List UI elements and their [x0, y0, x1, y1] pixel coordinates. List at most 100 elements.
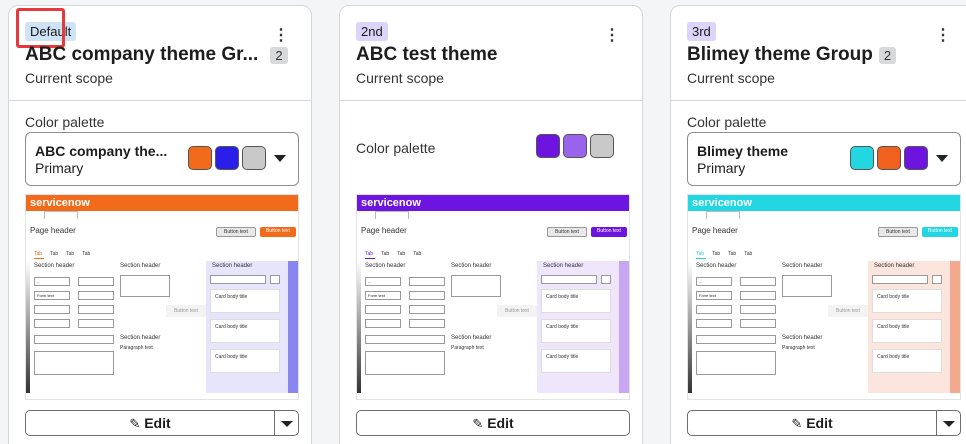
preview-brand-bar: servicenow: [357, 195, 629, 211]
edit-button-group[interactable]: ✎ Edit: [25, 410, 299, 436]
edit-button-group[interactable]: ✎ Edit: [687, 410, 961, 436]
color-swatch: [215, 146, 239, 170]
scope-text: Current scope: [25, 70, 113, 86]
edit-button[interactable]: ✎ Edit: [26, 411, 274, 435]
preview-tab: Tab: [696, 251, 705, 257]
preview-tab-outline: [706, 211, 740, 219]
preview-field: Form text: [34, 291, 70, 300]
preview-card-body: Card body title: [541, 319, 611, 343]
edit-button-group[interactable]: ✎ Edit: [356, 410, 630, 436]
preview-section-header: Section header: [365, 263, 406, 269]
preview-field: [34, 335, 114, 344]
theme-cards-row: Default ⋮ ABC company theme Gr... 2 Curr…: [0, 0, 966, 444]
preview-textarea: [365, 351, 445, 375]
preview-field: [740, 319, 776, 328]
scope-text: Current scope: [687, 70, 775, 86]
theme-card-blimey[interactable]: 3rd ⋮ Blimey theme Group 2 Current scope…: [670, 5, 966, 444]
preview-card-body: Card body title: [210, 289, 280, 313]
scope-text: Current scope: [356, 70, 444, 86]
preview-tab: Tab: [728, 251, 737, 257]
pencil-icon: ✎: [472, 416, 484, 431]
preview-section-header: Section header: [120, 335, 161, 341]
preview-paragraph: Paragraph text: [451, 345, 484, 351]
preview-section-header: Section header: [782, 335, 823, 341]
preview-field: ...: [34, 277, 70, 286]
color-palette-select[interactable]: ABC company the... Primary: [25, 132, 299, 186]
edit-dropdown-button[interactable]: [936, 411, 960, 435]
preview-field: [696, 319, 732, 328]
edit-label: Edit: [144, 415, 171, 431]
select-sub: Primary: [697, 160, 746, 176]
preview-card-body: Card body title: [872, 319, 942, 343]
preview-section-header: Section header: [451, 335, 492, 341]
edit-button[interactable]: ✎ Edit: [688, 411, 936, 435]
divider: [9, 100, 311, 101]
preview-field: [696, 305, 732, 314]
preview-tab: Tab: [50, 251, 59, 257]
preview-section-header: Section header: [543, 263, 584, 269]
theme-title-text: Blimey theme Group: [687, 44, 873, 65]
preview-paragraph: Paragraph text: [120, 345, 153, 351]
chevron-down-icon[interactable]: [936, 155, 948, 162]
chevron-down-icon[interactable]: [274, 155, 286, 162]
preview-field: [740, 291, 776, 300]
theme-preview: servicenow Page header Button text Button t…: [25, 194, 299, 400]
rank-badge: 2nd: [356, 22, 388, 41]
more-options-icon[interactable]: ⋮: [273, 28, 289, 44]
theme-title-text: ABC test theme: [356, 44, 498, 65]
more-options-icon[interactable]: ⋮: [935, 28, 951, 44]
preview-field: [409, 277, 445, 286]
theme-card-abc-company[interactable]: Default ⋮ ABC company theme Gr... 2 Curr…: [8, 5, 312, 444]
theme-card-abc-test[interactable]: 2nd ⋮ ABC test theme Current scope Color…: [339, 5, 643, 444]
preview-tab-outline: [44, 211, 78, 219]
edit-label: Edit: [806, 415, 833, 431]
preview-field: [872, 275, 928, 284]
preview-field: ...: [365, 277, 401, 286]
preview-section-header: Section header: [782, 263, 823, 269]
preview-textarea: [696, 351, 776, 375]
preview-left-gradient: [26, 261, 30, 393]
theme-title: ABC test theme: [356, 44, 497, 66]
color-swatch: [242, 146, 266, 170]
preview-field: [601, 275, 611, 284]
preview-card-body: Card body title: [541, 289, 611, 313]
count-badge: 2: [270, 46, 288, 64]
color-swatch: [536, 134, 560, 158]
swatches: [536, 134, 614, 158]
edit-button[interactable]: ✎ Edit: [357, 411, 629, 435]
preview-accent-button: Button text: [591, 227, 627, 237]
pencil-icon: ✎: [791, 416, 803, 431]
theme-preview: servicenow Page header Button text Button t…: [687, 194, 961, 400]
preview-field: [34, 319, 70, 328]
preview-field: [932, 275, 942, 284]
preview-accent-strip: [288, 261, 298, 393]
color-palette-select[interactable]: Blimey theme Primary: [687, 132, 961, 186]
preview-tab-underline: [365, 258, 375, 259]
preview-ghost-button: Button text: [166, 305, 206, 317]
preview-ghost-button: Button text: [497, 305, 537, 317]
preview-textarea: [120, 275, 170, 297]
rank-badge: 3rd: [687, 22, 716, 41]
pencil-icon: ✎: [129, 416, 141, 431]
edit-dropdown-button[interactable]: [274, 411, 298, 435]
preview-field: [740, 305, 776, 314]
divider: [340, 100, 642, 101]
color-swatch: [590, 134, 614, 158]
select-sub: Primary: [35, 160, 84, 176]
preview-button: Button text: [878, 227, 918, 237]
preview-page-header: Page header: [30, 226, 76, 235]
preview-field: [409, 305, 445, 314]
preview-tab: Tab: [34, 251, 43, 257]
preview-card-body: Card body title: [210, 319, 280, 343]
preview-field: [78, 305, 114, 314]
preview-field: [365, 305, 401, 314]
preview-accent-strip: [619, 261, 629, 393]
preview-ghost-button: Button text: [828, 305, 868, 317]
select-name: ABC company the...: [35, 143, 168, 159]
preview-section-header: Section header: [120, 263, 161, 269]
preview-tabs: Tab Tab Tab Tab: [365, 251, 429, 257]
preview-field: [740, 277, 776, 286]
more-options-icon[interactable]: ⋮: [604, 28, 620, 44]
preview-left-gradient: [357, 261, 361, 393]
color-swatch: [188, 146, 212, 170]
